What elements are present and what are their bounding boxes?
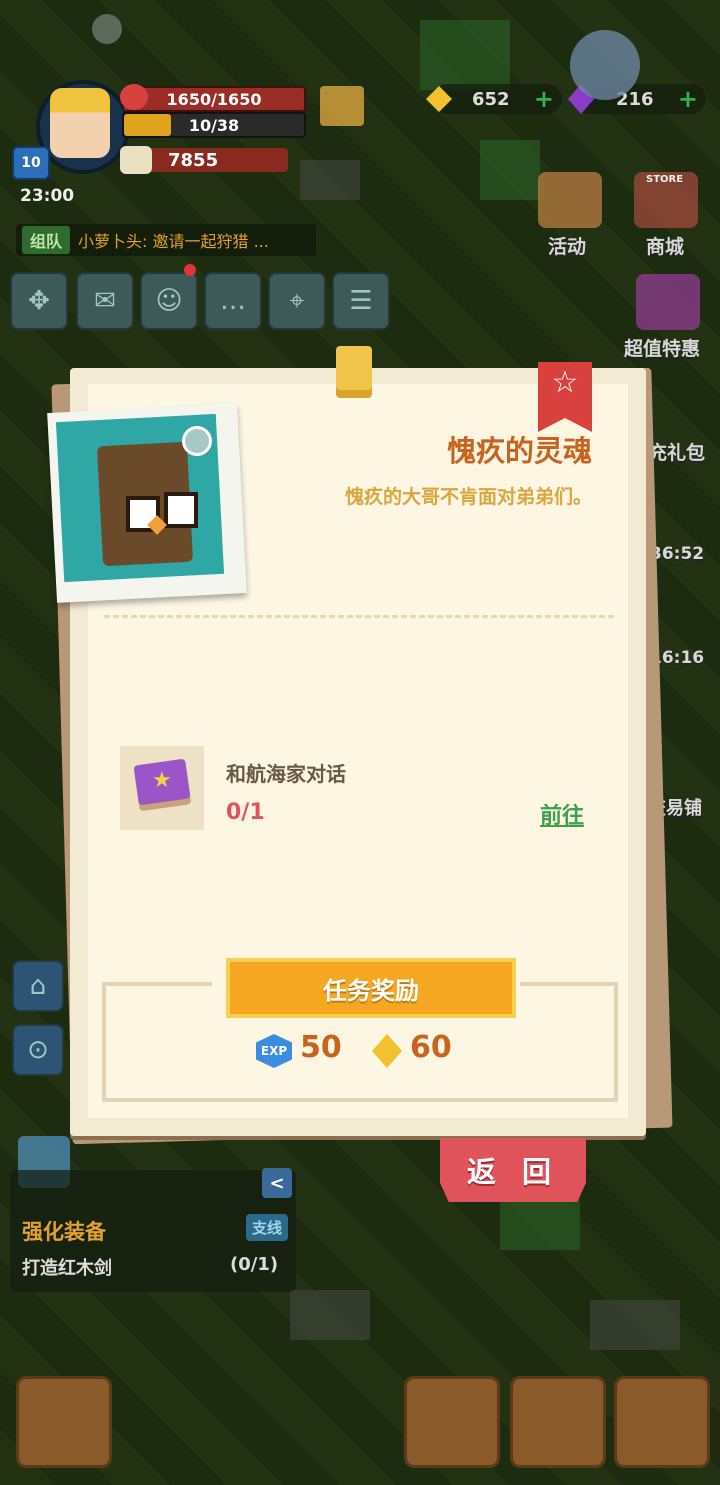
add-gem-button[interactable]: + <box>678 85 698 113</box>
pets-button[interactable] <box>510 1376 606 1468</box>
reward-frame-top-right <box>520 982 614 986</box>
store-badge: STORE <box>646 174 684 185</box>
hp-bar: 1650/1650 <box>122 86 306 112</box>
dashed-divider <box>104 615 614 618</box>
home-pin-icon[interactable] <box>92 14 122 44</box>
reward-frame-top-left <box>102 982 212 986</box>
build-hammer-button[interactable] <box>16 1376 112 1468</box>
target-icon <box>182 426 212 456</box>
home-icon[interactable]: ⌂ <box>12 960 64 1012</box>
game-clock: 23:00 <box>20 186 75 206</box>
location-icon[interactable]: ⊙ <box>12 1024 64 1076</box>
gold-reward: 60 <box>410 1030 452 1065</box>
power-rating: 7855 <box>130 148 288 172</box>
level-badge: 10 <box>12 146 50 180</box>
tracker-tag: 支线 <box>246 1214 289 1241</box>
exp-reward: 50 <box>300 1030 342 1065</box>
go-button[interactable]: 前往 <box>540 798 584 830</box>
star-icon: ☆ <box>551 365 579 400</box>
chat-message: 小萝卜头: 邀请一起狩猎 ... <box>78 232 269 251</box>
tracker-title: 强化装备 <box>22 1220 106 1244</box>
friends-icon[interactable]: ☺ <box>140 272 198 330</box>
character-button[interactable] <box>404 1376 500 1468</box>
quest-title: 愧疚的灵魂 <box>446 434 592 468</box>
reward-header: 任务奖励 <box>226 958 516 1018</box>
quest-book-icon[interactable] <box>320 86 364 126</box>
gold-currency: 652 + <box>426 84 562 114</box>
chat-icon[interactable]: … <box>204 272 262 330</box>
backpack-button[interactable] <box>614 1376 710 1468</box>
deals-icon[interactable] <box>636 274 700 330</box>
tree-block <box>480 140 540 200</box>
tree-block <box>420 20 510 90</box>
stone-block <box>300 160 360 200</box>
avatar-face <box>50 88 110 158</box>
timer-1: 36:52 <box>650 544 705 564</box>
notice-icon[interactable]: ☰ <box>332 272 390 330</box>
task-progress: 0/1 <box>226 800 265 825</box>
expand-icon[interactable]: ✥ <box>10 272 68 330</box>
activity-icon[interactable] <box>538 172 602 228</box>
quest-description: 愧疚的大哥不肯面对弟弟们。 <box>344 486 592 508</box>
tracker-count: (0/1) <box>230 1254 279 1275</box>
gift-label[interactable]: 充礼包 <box>648 438 705 465</box>
mail-icon[interactable]: ✉ <box>76 272 134 330</box>
owl-eye-right <box>164 492 198 528</box>
pin-icon <box>336 346 372 398</box>
chat-bar[interactable]: 组队 小萝卜头: 邀请一起狩猎 ... <box>16 224 316 256</box>
tracker-description: 打造红木剑 <box>22 1258 112 1279</box>
map-icon[interactable]: ⌖ <box>268 272 326 330</box>
help-bowl-icon[interactable] <box>570 30 640 100</box>
collapse-icon[interactable]: < <box>262 1168 292 1198</box>
stone-block <box>290 1290 370 1340</box>
book-star-icon: ★ <box>152 768 172 793</box>
stone-block <box>590 1300 680 1350</box>
heart-icon <box>120 84 148 110</box>
gold-amount: 652 <box>472 88 510 110</box>
task-label: 和航海家对话 <box>226 762 346 786</box>
deals-label[interactable]: 超值特惠 <box>624 334 700 361</box>
return-button[interactable]: 返 回 <box>440 1138 586 1202</box>
chat-channel-tag: 组队 <box>22 226 71 254</box>
store-label[interactable]: 商城 <box>646 232 684 259</box>
notification-dot <box>184 264 196 276</box>
energy-value: 10/38 <box>188 115 240 135</box>
activity-label[interactable]: 活动 <box>548 232 586 259</box>
fist-icon <box>120 146 152 174</box>
add-gold-button[interactable]: + <box>534 85 554 113</box>
